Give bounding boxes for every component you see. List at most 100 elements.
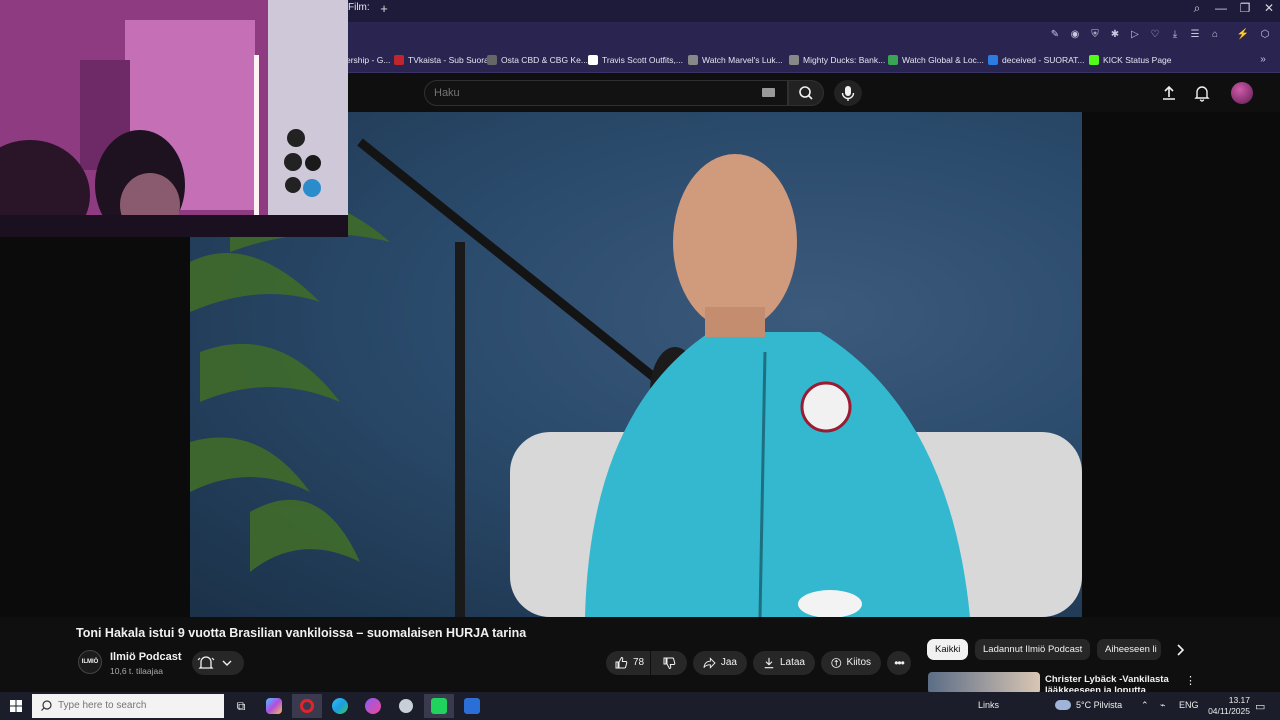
chevron-down-icon xyxy=(222,660,232,666)
extension-icon[interactable]: ✱ xyxy=(1108,28,1122,42)
chip-uploaded-by[interactable]: Ladannut Ilmiö Podcast xyxy=(975,639,1091,660)
download-icon[interactable]: ⤓ xyxy=(1168,28,1182,42)
tray-chevron-up-icon[interactable]: ⌃ xyxy=(1141,700,1149,711)
edit-icon[interactable]: ✎ xyxy=(1048,28,1062,42)
bookmark-label: ership - G... xyxy=(346,55,391,65)
links-toolbar[interactable]: Links xyxy=(978,700,999,710)
chip-all[interactable]: Kaikki xyxy=(927,639,969,660)
bookmark-item[interactable]: Watch Marvel's Luk... xyxy=(688,53,783,67)
microphone-icon xyxy=(841,86,855,101)
task-view-icon[interactable]: ⧉ xyxy=(226,694,256,718)
chevron-right-icon[interactable] xyxy=(1170,640,1190,660)
like-count: 78 xyxy=(633,657,645,668)
heart-icon[interactable]: ♡ xyxy=(1148,28,1162,42)
bookmark-item[interactable]: TVkaista - Sub Suora xyxy=(394,53,489,67)
app-icon[interactable] xyxy=(457,694,487,718)
bookmark-favicon-icon xyxy=(888,55,898,65)
video-letterbox-right xyxy=(1082,112,1280,617)
bookmark-item[interactable]: KICK Status Page xyxy=(1089,53,1172,67)
bookmark-label: Travis Scott Outfits,... xyxy=(602,55,683,65)
thumbs-up-icon xyxy=(615,656,628,669)
thumbs-down-icon xyxy=(663,657,676,670)
taskbar-search-input[interactable] xyxy=(58,700,218,711)
opera-browser-icon[interactable] xyxy=(292,694,322,718)
dislike-button[interactable] xyxy=(651,651,687,675)
new-tab-button[interactable]: + xyxy=(376,2,392,16)
notifications-bell-icon[interactable] xyxy=(1193,84,1211,102)
upload-icon[interactable] xyxy=(1160,84,1178,102)
notification-center-icon[interactable]: ▭ xyxy=(1255,700,1265,713)
bookmark-favicon-icon xyxy=(688,55,698,65)
edge-browser-icon[interactable] xyxy=(325,694,355,718)
bookmark-label: Mighty Ducks: Bank... xyxy=(803,55,886,65)
bookmark-item[interactable]: Travis Scott Outfits,... xyxy=(588,53,683,67)
network-icon[interactable]: ⌁ xyxy=(1160,700,1165,711)
shield-icon[interactable]: ⛨ xyxy=(1088,28,1102,42)
like-button[interactable]: 78 xyxy=(606,651,650,675)
search-icon xyxy=(41,700,52,711)
keyboard-icon[interactable] xyxy=(762,88,775,97)
webcam-scene-illustration xyxy=(0,0,348,237)
video-title: Toni Hakala istui 9 vuotta Brasilian van… xyxy=(76,626,527,640)
clock[interactable]: 13.17 04/11/2025 xyxy=(1204,695,1250,717)
download-label: Lataa xyxy=(779,657,805,668)
language-indicator[interactable]: ENG xyxy=(1179,700,1199,710)
search-icon xyxy=(799,86,813,100)
voice-search-button[interactable] xyxy=(834,80,862,106)
more-vertical-icon[interactable]: ⋮ xyxy=(1185,674,1196,687)
super-thanks-icon xyxy=(831,658,842,668)
lock-icon[interactable]: ⌂ xyxy=(1208,28,1222,42)
webcam-overlay xyxy=(0,0,348,237)
bookmark-label: Watch Marvel's Luk... xyxy=(702,55,783,65)
share-label: Jaa xyxy=(720,657,737,668)
download-icon xyxy=(764,657,774,669)
ai-icon[interactable]: ⚡ xyxy=(1236,28,1250,42)
bookmark-item[interactable]: Watch Global & Loc... xyxy=(888,53,984,67)
weather-text[interactable]: 5°C Pilvista xyxy=(1076,700,1122,710)
browser-search-icon[interactable]: ⌕ xyxy=(1185,0,1209,16)
thanks-button[interactable]: Kiitos xyxy=(821,651,881,675)
more-horizontal-icon: ••• xyxy=(894,656,905,670)
close-button[interactable]: ✕ xyxy=(1257,0,1280,16)
vpn-icon[interactable] xyxy=(391,694,421,718)
download-button[interactable]: Lataa xyxy=(753,651,815,675)
copilot-icon[interactable] xyxy=(259,694,289,718)
thanks-label: Kiitos xyxy=(846,657,871,668)
recommendation-title[interactable]: Christer Lybäck -Vankilasta lääkkeeseen … xyxy=(1045,674,1195,694)
spotify-like-app-icon[interactable] xyxy=(424,694,454,718)
bookmark-favicon-icon xyxy=(588,55,598,65)
bookmark-item[interactable]: deceived - SUORAT... xyxy=(988,53,1085,67)
search-input[interactable] xyxy=(434,86,734,100)
bookmark-favicon-icon xyxy=(487,55,497,65)
start-button[interactable] xyxy=(0,692,32,720)
bookmarks-overflow-icon[interactable]: » xyxy=(1256,53,1270,67)
clock-time: 13.17 xyxy=(1228,695,1250,705)
chip-related[interactable]: Aiheeseen li xyxy=(1097,639,1161,660)
messenger-icon[interactable] xyxy=(358,694,388,718)
bookmark-item[interactable]: Osta CBD & CBG Ke... xyxy=(487,53,588,67)
recommendation-thumbnail[interactable] xyxy=(928,672,1040,694)
bookmark-favicon-icon xyxy=(988,55,998,65)
bookmark-favicon-icon xyxy=(394,55,404,65)
channel-avatar[interactable]: ILMIÖ xyxy=(78,650,102,674)
minimize-button[interactable]: — xyxy=(1209,0,1233,16)
account-avatar[interactable] xyxy=(1231,82,1253,104)
camera-icon[interactable]: ◉ xyxy=(1068,28,1082,42)
clock-date: 04/11/2025 xyxy=(1208,706,1250,716)
bookmark-label: KICK Status Page xyxy=(1103,55,1172,65)
bookmark-item[interactable]: Mighty Ducks: Bank... xyxy=(789,53,885,67)
play-icon[interactable]: ▷ xyxy=(1128,28,1142,42)
bookmark-favicon-icon xyxy=(1089,55,1099,65)
weather-icon xyxy=(1055,700,1071,710)
bookmark-item[interactable]: ership - G... xyxy=(346,53,390,67)
restore-button[interactable]: ❐ xyxy=(1233,0,1257,16)
share-icon xyxy=(703,657,716,669)
menu-icon[interactable]: ☰ xyxy=(1188,28,1202,42)
search-button[interactable] xyxy=(788,80,824,106)
channel-name[interactable]: Ilmiö Podcast xyxy=(110,651,182,663)
subscribe-bell-button[interactable] xyxy=(192,651,244,675)
bookmark-favicon-icon xyxy=(789,55,799,65)
more-actions-button[interactable]: ••• xyxy=(887,651,911,675)
share-button[interactable]: Jaa xyxy=(693,651,747,675)
settings-icon[interactable]: ⬡ xyxy=(1258,28,1272,42)
